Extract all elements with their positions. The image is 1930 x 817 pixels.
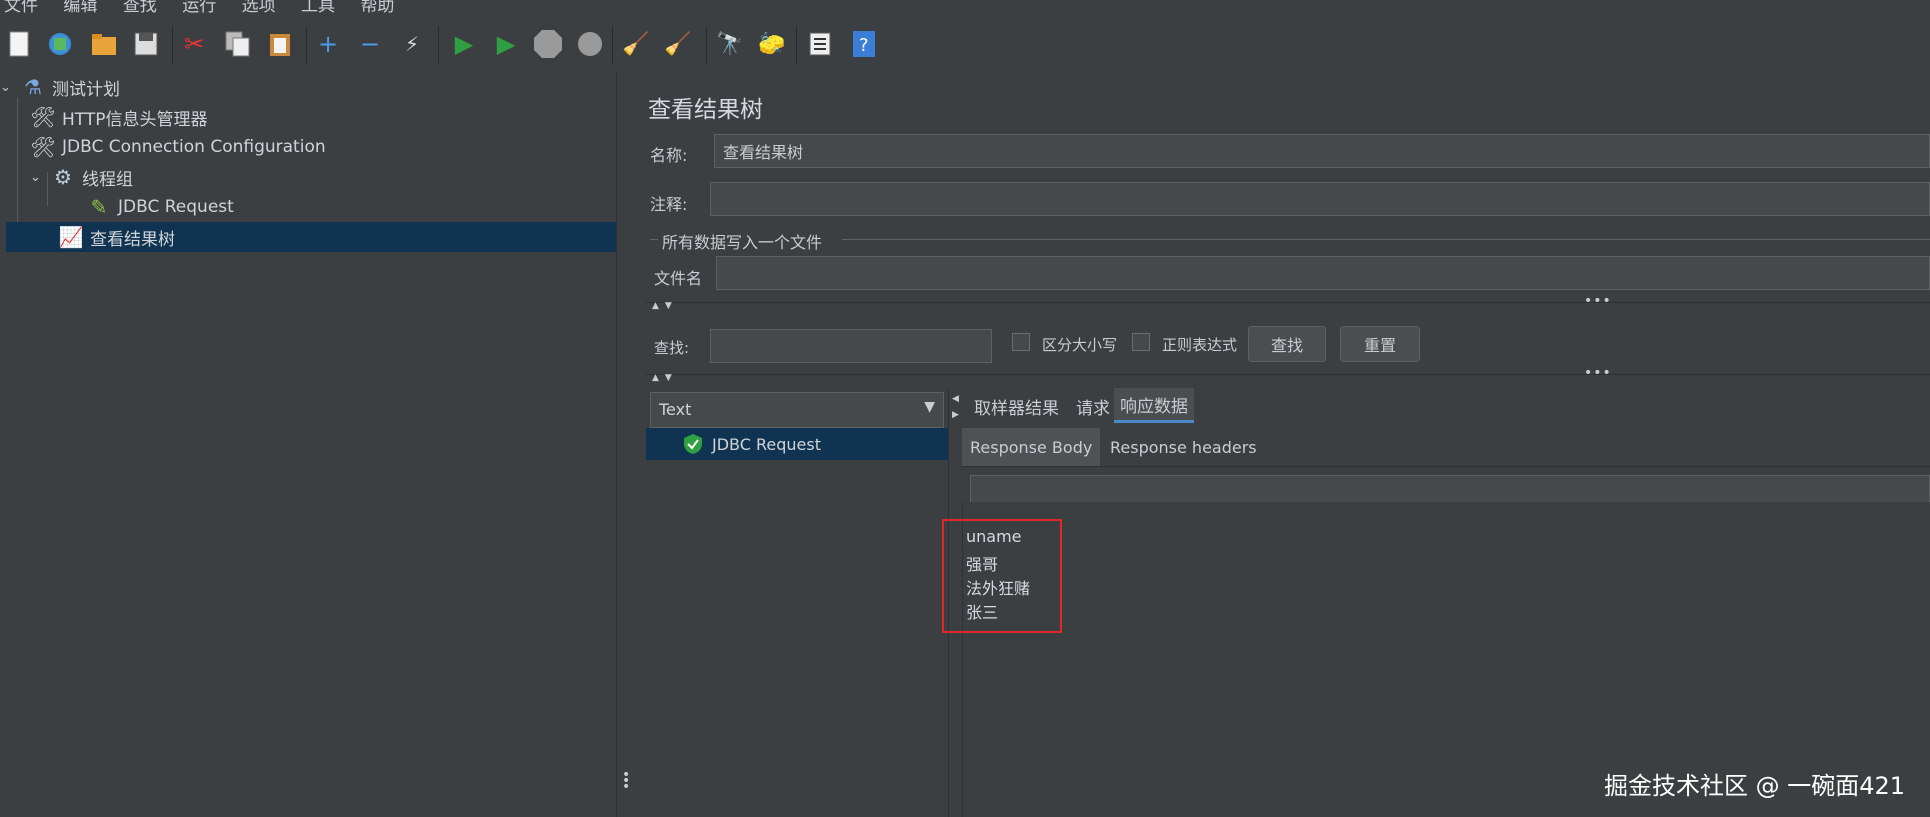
highlight-box bbox=[942, 519, 1062, 633]
filename-field[interactable] bbox=[716, 256, 1930, 290]
collapse-icon[interactable]: − bbox=[354, 28, 386, 60]
tree-item-view-results-tree[interactable]: 📈 查看结果树 bbox=[6, 222, 616, 252]
gear-icon: ⚙ bbox=[54, 165, 72, 189]
tree-item-http-header-manager[interactable]: 🛠 HTTP信息头管理器 bbox=[30, 102, 616, 132]
case-sensitive-checkbox[interactable] bbox=[1012, 333, 1030, 351]
expand-icon[interactable]: + bbox=[312, 28, 344, 60]
menu-options[interactable]: 选项 bbox=[242, 0, 276, 16]
help-icon[interactable]: ? bbox=[848, 28, 880, 60]
regex-checkbox[interactable] bbox=[1132, 333, 1150, 351]
toolbar: ✂ + − ⚡ ▶ ▶ 🧹 🧹 🔭 🧽 ? bbox=[0, 18, 1930, 73]
tab-sampler-result[interactable]: 取样器结果 bbox=[970, 390, 1063, 422]
binoculars-icon[interactable]: 🔭 bbox=[714, 28, 746, 60]
result-item[interactable]: JDBC Request bbox=[646, 428, 948, 460]
menu-file[interactable]: 文件 bbox=[4, 0, 38, 16]
result-list: JDBC Request bbox=[646, 428, 949, 817]
flask-icon: ⚗ bbox=[24, 75, 42, 99]
name-label: 名称: bbox=[650, 146, 688, 165]
tools-icon: 🛠 bbox=[30, 105, 56, 129]
reset-search-icon[interactable]: 🧽 bbox=[756, 28, 788, 60]
menu-edit[interactable]: 编辑 bbox=[63, 0, 97, 16]
tab-response-headers[interactable]: Response headers bbox=[1102, 428, 1265, 466]
new-file-icon[interactable] bbox=[4, 28, 36, 60]
paste-icon[interactable] bbox=[264, 28, 296, 60]
clear-all-icon[interactable]: 🧹 bbox=[662, 28, 694, 60]
regex-label: 正则表达式 bbox=[1162, 336, 1238, 354]
copy-icon[interactable] bbox=[222, 28, 254, 60]
shutdown-icon[interactable] bbox=[574, 28, 606, 60]
reset-button[interactable]: 重置 bbox=[1340, 326, 1420, 362]
name-field[interactable] bbox=[714, 134, 1930, 168]
chevron-down-icon: ▼ bbox=[924, 399, 935, 415]
menu-bar: 文件 编辑 查找 运行 选项 工具 帮助 bbox=[0, 0, 1930, 18]
find-button[interactable]: 查找 bbox=[1248, 326, 1326, 362]
page-title: 查看结果树 bbox=[648, 97, 763, 123]
tree-item-jdbc-connection-config[interactable]: 🛠 JDBC Connection Configuration bbox=[30, 132, 616, 162]
open-folder-icon[interactable] bbox=[88, 28, 120, 60]
view-results-tree-panel: 查看结果树 名称: 注释: 所有数据写入一个文件 文件名 ▲▼••• 查找: 区… bbox=[630, 72, 1930, 817]
chevron-down-icon[interactable]: ⌄ bbox=[0, 80, 14, 95]
chevron-down-icon[interactable]: ⌄ bbox=[30, 170, 44, 185]
renderer-select[interactable]: Text ▼ bbox=[650, 392, 944, 428]
toggle-icon[interactable]: ⚡ bbox=[396, 28, 428, 60]
chart-icon: 📈 bbox=[58, 225, 84, 249]
menu-tools[interactable]: 工具 bbox=[301, 0, 335, 16]
save-icon[interactable] bbox=[130, 28, 162, 60]
clear-icon[interactable]: 🧹 bbox=[620, 28, 652, 60]
comment-label: 注释: bbox=[650, 195, 688, 214]
start-no-pause-icon[interactable]: ▶ bbox=[490, 28, 522, 60]
search-input[interactable] bbox=[710, 329, 992, 363]
cut-icon[interactable]: ✂ bbox=[178, 28, 210, 60]
menu-run[interactable]: 运行 bbox=[182, 0, 216, 16]
success-shield-icon bbox=[680, 433, 706, 455]
comment-field[interactable] bbox=[710, 182, 1930, 216]
stop-icon[interactable] bbox=[532, 28, 564, 60]
svg-text:?: ? bbox=[859, 35, 869, 56]
templates-icon[interactable] bbox=[44, 28, 76, 60]
search-label: 查找: bbox=[654, 339, 690, 357]
tab-response-body[interactable]: Response Body bbox=[962, 428, 1101, 466]
start-icon[interactable]: ▶ bbox=[448, 28, 480, 60]
case-sensitive-label: 区分大小写 bbox=[1042, 336, 1118, 354]
pipette-icon: ✎ bbox=[90, 195, 108, 219]
function-helper-icon[interactable] bbox=[804, 28, 836, 60]
menu-search[interactable]: 查找 bbox=[123, 0, 157, 16]
watermark: 掘金技术社区 @ 一碗面421 bbox=[1604, 772, 1906, 800]
tab-response-data[interactable]: 响应数据 bbox=[1114, 388, 1194, 423]
tree-item-thread-group[interactable]: ⌄ ⚙ 线程组 bbox=[30, 162, 616, 192]
tree-item-test-plan[interactable]: ⌄ ⚗ 测试计划 bbox=[0, 72, 616, 102]
tab-request[interactable]: 请求 bbox=[1072, 390, 1114, 422]
test-plan-tree: ⌄ ⚗ 测试计划 🛠 HTTP信息头管理器 🛠 JDBC Connection … bbox=[0, 72, 616, 817]
collapse-divider-2[interactable]: ▲▼ ••• bbox=[646, 365, 1930, 387]
collapse-divider[interactable]: ▲▼ ••• bbox=[646, 293, 1930, 315]
tools-icon: 🛠 bbox=[30, 135, 56, 159]
filename-label: 文件名 bbox=[654, 269, 703, 288]
file-group-label: 所有数据写入一个文件 bbox=[662, 233, 823, 252]
tree-item-jdbc-request[interactable]: ✎ JDBC Request bbox=[86, 192, 616, 222]
menu-help[interactable]: 帮助 bbox=[360, 0, 394, 16]
